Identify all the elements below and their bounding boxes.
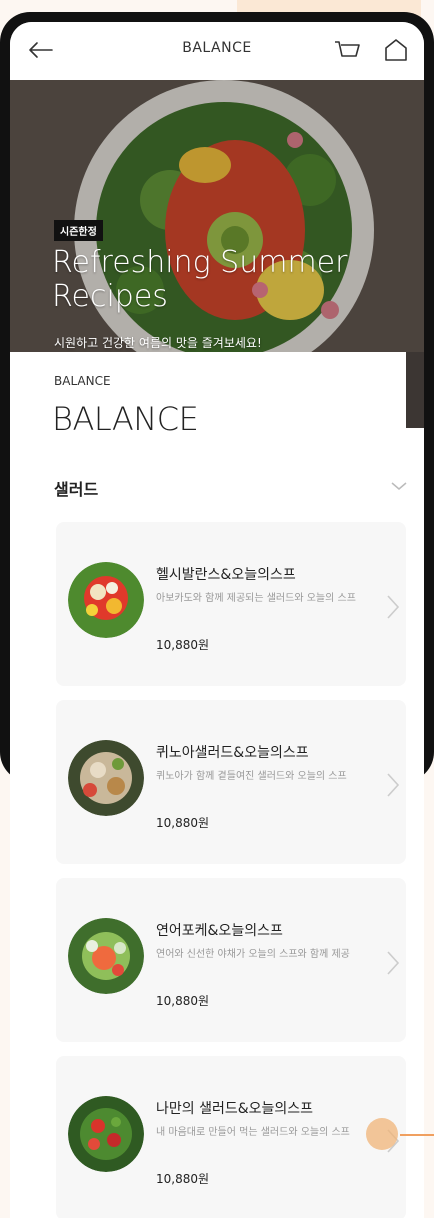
menu-description: 퀴노아가 함께 곁들여진 샐러드와 오늘의 스프 (156, 771, 347, 782)
chevron-right-icon[interactable] (386, 950, 400, 976)
menu-card[interactable]: 퀴노아샐러드&오늘의스프 퀴노아가 함께 곁들여진 샐러드와 오늘의 스프 10… (56, 700, 406, 864)
menu-card[interactable]: 연어포케&오늘의스프 연어와 신선한 야채가 오늘의 스프와 함께 제공 10,… (56, 878, 406, 1042)
menu-description: 연어와 신선한 야채가 오늘의 스프와 함께 제공 (156, 949, 350, 960)
hero-subtitle: 시원하고 건강한 여름의 맛을 즐겨보세요! (54, 336, 262, 350)
menu-description: 내 마음대로 만들어 먹는 샐러드와 오늘의 스프 (156, 1127, 350, 1138)
menu-name: 퀴노아샐러드&오늘의스프 (156, 745, 309, 761)
app-header: BALANCE (10, 22, 424, 80)
hero-banner[interactable]: 시즌한정 Refreshing Summer Recipes 시원하고 건강한 … (10, 80, 424, 352)
chevron-down-icon[interactable] (390, 480, 408, 492)
chevron-right-icon[interactable] (386, 594, 400, 620)
dish-thumbnail-image (68, 1096, 144, 1172)
menu-card[interactable]: 헬시발란스&오늘의스프 아보카도와 함께 제공되는 샐러드와 오늘의 스프 10… (56, 522, 406, 686)
season-badge: 시즌한정 (54, 220, 103, 241)
menu-description: 아보카도와 함께 제공되는 샐러드와 오늘의 스프 (156, 593, 356, 604)
app-screen: BALANCE 시즌한정 Refreshing Summer Recipes 시… (10, 22, 424, 1218)
menu-name: 연어포케&오늘의스프 (156, 923, 283, 939)
chevron-right-icon[interactable] (386, 772, 400, 798)
tap-highlight-marker (366, 1118, 398, 1150)
menu-card[interactable]: 나만의 샐러드&오늘의스프 내 마음대로 만들어 먹는 샐러드와 오늘의 스프 … (56, 1056, 406, 1218)
menu-price: 10,880원 (156, 638, 210, 652)
category-salad-label[interactable]: 샐러드 (54, 476, 98, 500)
hero-title: Refreshing Summer Recipes (52, 245, 348, 314)
annotation-line (400, 1134, 434, 1136)
brand-title: BALANCE (52, 400, 199, 438)
dish-thumbnail-image (68, 918, 144, 994)
cart-icon[interactable] (332, 36, 362, 64)
home-icon[interactable] (382, 36, 410, 64)
menu-name: 헬시발란스&오늘의스프 (156, 567, 296, 583)
scrollbar-thumb[interactable] (406, 352, 424, 428)
menu-price: 10,880원 (156, 994, 210, 1008)
dish-thumbnail-image (68, 740, 144, 816)
menu-name: 나만의 샐러드&오늘의스프 (156, 1101, 314, 1117)
menu-price: 10,880원 (156, 1172, 210, 1186)
brand-label: BALANCE (54, 374, 111, 388)
menu-price: 10,880원 (156, 816, 210, 830)
dish-thumbnail-image (68, 562, 144, 638)
